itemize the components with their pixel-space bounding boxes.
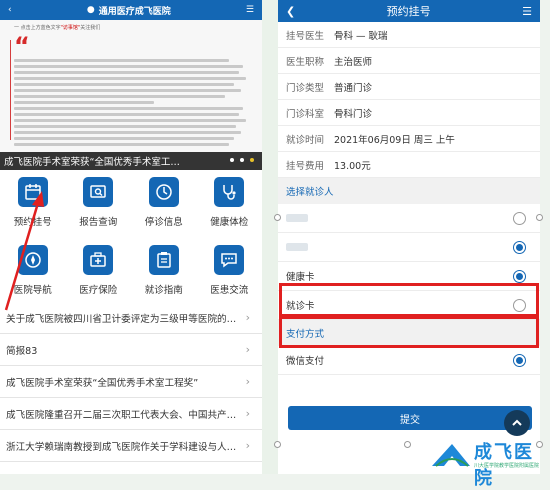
report-icon bbox=[83, 177, 114, 207]
page-title: 预约挂号 bbox=[386, 5, 431, 18]
patient-radio[interactable] bbox=[513, 211, 526, 225]
watermark-subtitle: 川大医学院教学医院附属医院 bbox=[474, 463, 540, 469]
news-item[interactable]: 简报83 › bbox=[0, 334, 262, 366]
patient-radio[interactable] bbox=[513, 240, 526, 254]
carousel-dot[interactable] bbox=[240, 158, 244, 162]
service-label: 健康体检 bbox=[210, 217, 249, 228]
clock-icon bbox=[148, 177, 179, 207]
info-row: 挂号医生 骨科 — 耿瑞 bbox=[278, 22, 540, 48]
submit-button[interactable]: 提交 bbox=[288, 406, 532, 430]
article-margin-line bbox=[10, 40, 11, 140]
info-row: 医生职称 主治医师 bbox=[278, 48, 540, 74]
scroll-top-button[interactable] bbox=[504, 410, 530, 436]
chevron-right-icon: › bbox=[245, 439, 250, 452]
health-card-label: 健康卡 bbox=[286, 272, 315, 283]
chevron-right-icon: › bbox=[245, 407, 250, 420]
back-icon[interactable]: ‹ bbox=[8, 5, 12, 15]
health-card-highlight bbox=[279, 283, 539, 317]
resize-handle[interactable] bbox=[536, 214, 543, 221]
news-item[interactable]: 关于成飞医院被四川省卫计委评定为三级甲等医院的… › bbox=[0, 302, 262, 334]
news-list: 关于成飞医院被四川省卫计委评定为三级甲等医院的… › 简报83 › 成飞医院手术室荣… bbox=[0, 302, 262, 462]
menu-icon[interactable]: ☰ bbox=[246, 5, 254, 15]
hospital-name: 通用医疗成飞医院 bbox=[98, 6, 171, 17]
service-guide[interactable]: 就诊指南 bbox=[131, 240, 197, 302]
hospital-brand: ● 通用医疗成飞医院 bbox=[87, 4, 171, 17]
news-item[interactable]: 成飞医院隆重召开二届三次职工代表大会、中国共产… › bbox=[0, 398, 262, 430]
right-screen: ❮ 预约挂号 ☰ 挂号医生 骨科 — 耿瑞 医生职称 主治医师 门诊类型 普通门诊 门… bbox=[278, 0, 540, 474]
service-label: 报告查询 bbox=[79, 217, 118, 228]
service-checkup[interactable]: 健康体检 bbox=[197, 172, 263, 234]
pay-option[interactable]: 微信支付 bbox=[278, 346, 540, 375]
carousel-banner[interactable]: 成飞医院手术室荣获“全国优秀手术室工… bbox=[0, 152, 262, 170]
quote-mark-icon: “ bbox=[14, 32, 30, 60]
chevron-right-icon: › bbox=[245, 375, 250, 388]
resize-handle[interactable] bbox=[274, 214, 281, 221]
news-item[interactable]: 成飞医院手术室荣获“全国优秀手术室工程奖” › bbox=[0, 366, 262, 398]
appointment-header: ❮ 预约挂号 ☰ bbox=[278, 0, 540, 22]
info-row: 门诊类型 普通门诊 bbox=[278, 74, 540, 100]
info-row: 挂号费用 13.00元 bbox=[278, 152, 540, 178]
medkit-icon bbox=[83, 245, 114, 275]
service-suspension[interactable]: 停诊信息 bbox=[131, 172, 197, 234]
service-report[interactable]: 报告查询 bbox=[66, 172, 132, 234]
article-preview[interactable]: 一 点击上方蓝色文字"访事馆"关注我们 “ bbox=[0, 20, 262, 160]
screen-gap bbox=[262, 0, 278, 474]
service-label: 就诊指南 bbox=[144, 285, 183, 296]
hospital-logo-icon: ● bbox=[86, 5, 95, 15]
chevron-right-icon: › bbox=[245, 311, 250, 324]
health-card-radio[interactable] bbox=[513, 269, 526, 283]
patient-name-redacted bbox=[286, 243, 308, 251]
visit-card-highlight bbox=[279, 316, 539, 348]
left-screen: ‹ ● 通用医疗成飞医院 ☰ 一 点击上方蓝色文字"访事馆"关注我们 “ 成飞医… bbox=[0, 0, 262, 474]
pay-method-label: 微信支付 bbox=[286, 356, 325, 367]
pay-radio[interactable] bbox=[513, 353, 526, 367]
service-label: 停诊信息 bbox=[144, 217, 183, 228]
left-header: ‹ ● 通用医疗成飞医院 ☰ bbox=[0, 0, 262, 20]
carousel-dot-active[interactable] bbox=[250, 158, 254, 162]
service-label: 医患交流 bbox=[210, 285, 249, 296]
menu-icon[interactable]: ☰ bbox=[522, 5, 532, 18]
article-crumb: 一 点击上方蓝色文字"访事馆"关注我们 bbox=[14, 25, 101, 31]
back-icon[interactable]: ❮ bbox=[286, 5, 295, 18]
info-row: 门诊科室 骨科门诊 bbox=[278, 100, 540, 126]
resize-handle[interactable] bbox=[404, 441, 411, 448]
news-item[interactable]: 浙江大学赖瑞南教授到成飞医院作关于学科建设与人… › bbox=[0, 430, 262, 462]
chat-icon bbox=[214, 245, 245, 275]
info-row: 就诊时间 2021年06月09日 周三 上午 bbox=[278, 126, 540, 152]
service-label: 医疗保险 bbox=[79, 285, 118, 296]
stethoscope-icon bbox=[214, 177, 245, 207]
patient-option[interactable] bbox=[278, 233, 540, 262]
service-communication[interactable]: 医患交流 bbox=[197, 240, 263, 302]
clipboard-icon bbox=[148, 245, 179, 275]
chevron-right-icon: › bbox=[245, 343, 250, 356]
red-arrow-annotation bbox=[4, 191, 44, 311]
banner-title: 成飞医院手术室荣获“全国优秀手术室工… bbox=[4, 157, 180, 168]
service-insurance[interactable]: 医疗保险 bbox=[66, 240, 132, 302]
patient-name-redacted bbox=[286, 214, 308, 222]
carousel-dots[interactable] bbox=[230, 158, 254, 162]
patient-option[interactable] bbox=[278, 204, 540, 233]
watermark: 成飞医院 川大医学院教学医院附属医院 bbox=[412, 436, 550, 489]
chevron-up-icon bbox=[512, 419, 522, 426]
watermark-logo-icon bbox=[432, 444, 470, 467]
resize-handle[interactable] bbox=[274, 441, 281, 448]
select-patient-header: 选择就诊人 bbox=[278, 178, 540, 204]
carousel-dot[interactable] bbox=[230, 158, 234, 162]
